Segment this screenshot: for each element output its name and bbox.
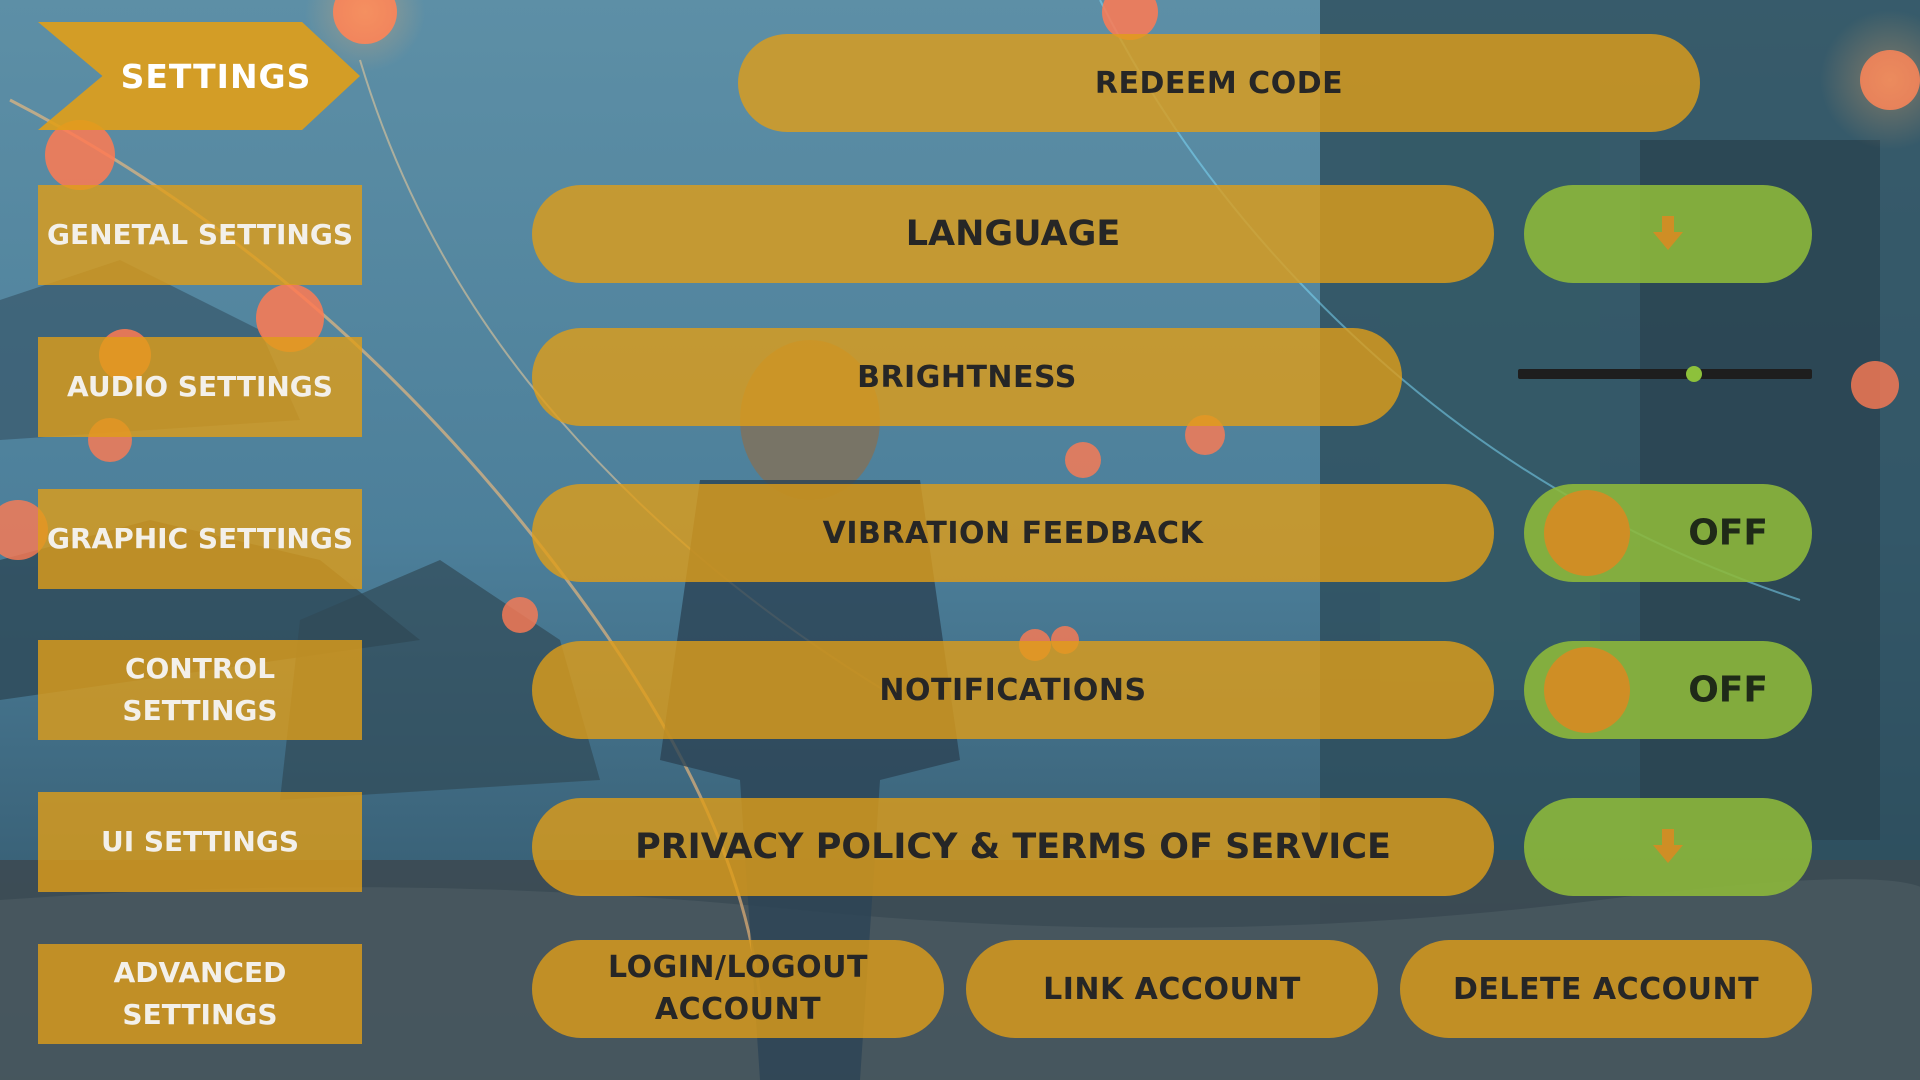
brightness-slider-thumb[interactable] [1686,366,1703,382]
sidebar-item-audio-settings[interactable]: AUDIO SETTINGS [38,337,362,437]
notifications-toggle[interactable]: OFF [1524,641,1812,739]
vibration-toggle-state: OFF [1688,512,1768,554]
language-dropdown[interactable] [1524,185,1812,283]
privacy-policy-row: PRIVACY POLICY & TERMS OF SERVICE [532,798,1494,896]
sidebar-item-advanced-settings[interactable]: ADVANCED SETTINGS [38,944,362,1044]
login-logout-account-button[interactable]: LOGIN/LOGOUT ACCOUNT [532,940,944,1038]
brightness-row: BRIGHTNESS [532,328,1402,426]
redeem-code-label: REDEEM CODE [1094,65,1344,101]
notifications-label: NOTIFICATIONS [879,672,1147,708]
toggle-knob [1544,647,1630,733]
notifications-row: NOTIFICATIONS [532,641,1494,739]
vibration-feedback-toggle[interactable]: OFF [1524,484,1812,582]
sidebar-item-graphic-settings[interactable]: GRAPHIC SETTINGS [38,489,362,589]
link-account-label: LINK ACCOUNT [1043,971,1301,1007]
delete-account-button[interactable]: DELETE ACCOUNT [1400,940,1812,1038]
notifications-toggle-state: OFF [1688,669,1768,711]
sidebar-item-control-settings[interactable]: CONTROL SETTINGS [38,640,362,740]
privacy-policy-label: PRIVACY POLICY & TERMS OF SERVICE [635,827,1391,867]
link-account-button[interactable]: LINK ACCOUNT [966,940,1378,1038]
arrow-down-icon [1653,216,1683,252]
brightness-slider[interactable] [1518,366,1812,382]
vibration-feedback-label: VIBRATION FEEDBACK [822,515,1204,551]
vibration-feedback-row: VIBRATION FEEDBACK [532,484,1494,582]
sidebar-item-general-settings[interactable]: GENETAL SETTINGS [38,185,362,285]
language-label: LANGUAGE [905,214,1121,254]
brightness-label: BRIGHTNESS [857,359,1077,395]
brightness-slider-track [1518,369,1812,379]
toggle-knob [1544,490,1630,576]
redeem-code-button[interactable]: REDEEM CODE [738,34,1700,132]
delete-account-label: DELETE ACCOUNT [1452,971,1760,1007]
sidebar-item-ui-settings[interactable]: UI SETTINGS [38,792,362,892]
privacy-policy-dropdown[interactable] [1524,798,1812,896]
login-logout-label: LOGIN/LOGOUT ACCOUNT [608,950,868,1027]
language-row: LANGUAGE [532,185,1494,283]
arrow-down-icon [1653,829,1683,865]
